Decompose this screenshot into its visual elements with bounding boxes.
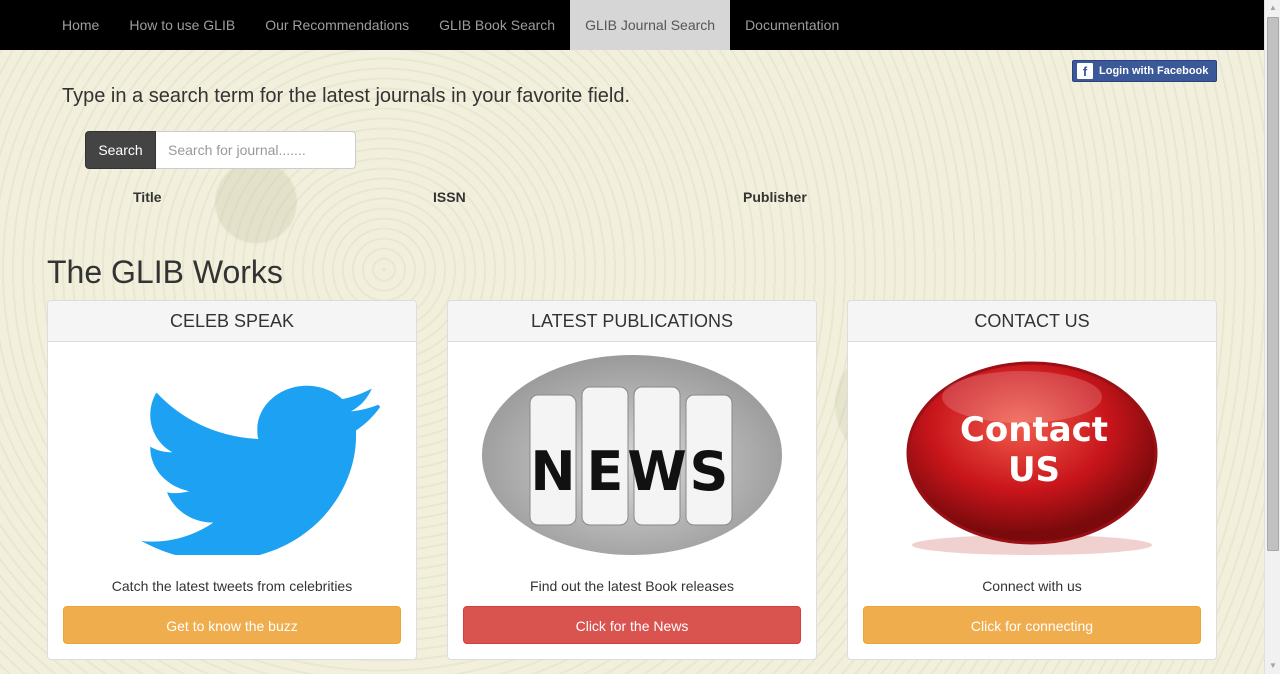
journal-search-input[interactable] <box>156 131 356 169</box>
nav-documentation[interactable]: Documentation <box>730 0 854 50</box>
scroll-up-icon[interactable]: ▲ <box>1265 0 1280 16</box>
nav-journal-search[interactable]: GLIB Journal Search <box>570 0 731 50</box>
news-letter-n: N <box>530 440 575 503</box>
nav-home[interactable]: Home <box>47 0 114 50</box>
section-title: The GLIB Works <box>47 254 283 290</box>
search-instruction: Type in a search term for the latest jou… <box>62 85 631 107</box>
page-scrollbar[interactable]: ▲ ▼ <box>1264 0 1280 674</box>
news-letter-w: W <box>627 440 687 503</box>
card-description: Catch the latest tweets from celebrities <box>111 578 353 594</box>
journal-search-form: Search <box>85 131 356 169</box>
scroll-down-icon[interactable]: ▼ <box>1265 658 1280 674</box>
news-letter-e: E <box>587 440 624 503</box>
twitter-bird-icon <box>140 385 381 555</box>
facebook-login-button[interactable]: f Login with Facebook <box>1072 60 1217 82</box>
search-button[interactable]: Search <box>85 131 156 169</box>
nav-how-to-use[interactable]: How to use GLIB <box>114 0 250 50</box>
column-header-issn: ISSN <box>433 189 466 205</box>
top-navbar: Home How to use GLIB Our Recommendations… <box>0 0 1264 50</box>
card-latest-publications: LATEST PUBLICATIONS N E W S Find out the… <box>447 300 817 660</box>
scrollbar-thumb[interactable] <box>1267 17 1279 551</box>
news-dice-image: N E W S <box>482 355 782 555</box>
us-word: US <box>1008 450 1060 490</box>
card-description: Connect with us <box>982 578 1082 594</box>
card-title: CELEB SPEAK <box>48 301 416 342</box>
contact-word: Contact <box>960 410 1108 450</box>
buzz-button[interactable]: Get to know the buzz <box>63 606 401 644</box>
column-header-title: Title <box>133 189 162 205</box>
card-title: LATEST PUBLICATIONS <box>448 301 816 342</box>
contact-us-button-image: Contact US <box>906 361 1158 555</box>
card-title: CONTACT US <box>848 301 1216 342</box>
connect-button[interactable]: Click for connecting <box>863 606 1201 644</box>
card-celeb-speak: CELEB SPEAK Catch the latest tweets from… <box>47 300 417 660</box>
card-contact-us: CONTACT US Contact US Connect with us Cl… <box>847 300 1217 660</box>
card-description: Find out the latest Book releases <box>530 578 734 594</box>
news-button[interactable]: Click for the News <box>463 606 801 644</box>
nav-recommendations[interactable]: Our Recommendations <box>250 0 424 50</box>
facebook-icon: f <box>1077 63 1093 79</box>
news-letter-s: S <box>690 440 729 503</box>
facebook-login-label: Login with Facebook <box>1099 65 1209 77</box>
column-header-publisher: Publisher <box>743 189 807 205</box>
nav-book-search[interactable]: GLIB Book Search <box>424 0 570 50</box>
